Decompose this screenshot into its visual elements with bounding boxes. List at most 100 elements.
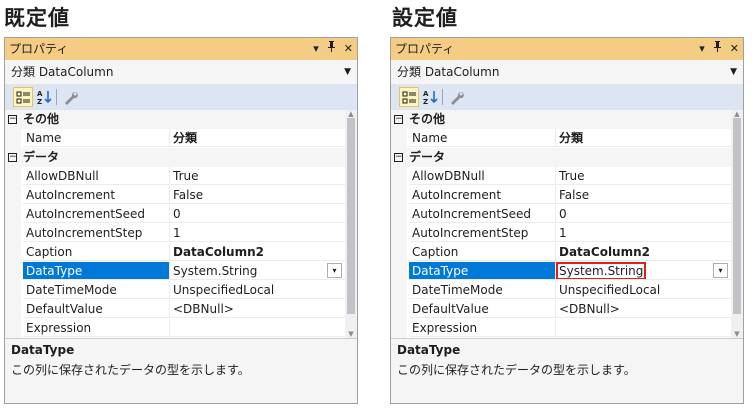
property-row[interactable]: Caption DataColumn2 [5, 243, 345, 262]
close-icon[interactable]: ✕ [730, 38, 739, 60]
property-value[interactable]: False [555, 186, 731, 204]
property-value[interactable]: DataColumn2 [555, 243, 731, 261]
property-name[interactable]: AllowDBNull [23, 167, 169, 185]
category-row[interactable]: − データ [391, 148, 731, 167]
vertical-scrollbar[interactable]: ▲ ▼ [345, 110, 357, 338]
property-row[interactable]: DefaultValue <DBNull> [5, 300, 345, 319]
alphabetical-icon: A Z [423, 90, 438, 105]
pin-icon[interactable] [327, 38, 336, 60]
property-name[interactable]: DefaultValue [23, 300, 169, 318]
property-name[interactable]: Name [409, 129, 555, 147]
category-row[interactable]: − データ [5, 148, 345, 167]
property-row[interactable]: AutoIncrementSeed 0 [5, 205, 345, 224]
property-value[interactable]: 0 [169, 205, 345, 223]
property-row[interactable]: AutoIncrementStep 1 [391, 224, 731, 243]
property-name[interactable]: AutoIncrement [23, 186, 169, 204]
property-row[interactable]: AutoIncrement False [5, 186, 345, 205]
property-name[interactable]: DateTimeMode [409, 281, 555, 299]
value-dropdown-icon[interactable]: ▾ [327, 263, 342, 278]
scroll-up-icon[interactable]: ▲ [731, 110, 743, 118]
property-name[interactable]: DateTimeMode [23, 281, 169, 299]
collapse-icon[interactable]: − [394, 115, 403, 124]
property-name[interactable]: AutoIncrementStep [409, 224, 555, 242]
property-value[interactable]: System.String ▾ [555, 262, 731, 280]
menu-dropdown-icon[interactable]: ▾ [699, 38, 705, 60]
property-row[interactable]: AllowDBNull True [5, 167, 345, 186]
property-name[interactable]: Caption [409, 243, 555, 261]
scrollbar-thumb[interactable] [347, 118, 355, 314]
row-margin [391, 224, 407, 243]
property-row[interactable]: AutoIncrementStep 1 [5, 224, 345, 243]
category-row[interactable]: − その他 [391, 110, 731, 129]
property-value[interactable] [555, 319, 731, 337]
property-row[interactable]: AutoIncrementSeed 0 [391, 205, 731, 224]
scrollbar-thumb[interactable] [733, 118, 741, 314]
property-value[interactable] [169, 319, 345, 337]
property-value[interactable]: DataColumn2 [169, 243, 345, 261]
close-icon[interactable]: ✕ [344, 38, 353, 60]
scroll-up-icon[interactable]: ▲ [345, 110, 357, 118]
property-value[interactable]: <DBNull> [169, 300, 345, 318]
description-text: この列に保存されたデータの型を示します。 [11, 363, 250, 377]
property-row[interactable]: DefaultValue <DBNull> [391, 300, 731, 319]
object-selector[interactable]: 分類 DataColumn ▼ [5, 60, 357, 84]
property-name[interactable]: Expression [409, 319, 555, 337]
scroll-down-icon[interactable]: ▼ [731, 330, 743, 338]
pin-icon[interactable] [713, 38, 722, 60]
menu-dropdown-icon[interactable]: ▾ [313, 38, 319, 60]
property-name[interactable]: DataType [409, 262, 555, 280]
property-name[interactable]: AutoIncrementSeed [409, 205, 555, 223]
chevron-down-icon[interactable]: ▼ [344, 60, 351, 84]
collapse-icon[interactable]: − [8, 115, 17, 124]
property-row[interactable]: Expression [5, 319, 345, 338]
property-name[interactable]: Caption [23, 243, 169, 261]
property-row[interactable]: DateTimeMode UnspecifiedLocal [391, 281, 731, 300]
property-value[interactable]: UnspecifiedLocal [169, 281, 345, 299]
property-row[interactable]: AutoIncrement False [391, 186, 731, 205]
categorized-button[interactable] [13, 87, 33, 107]
property-row[interactable]: AllowDBNull True [391, 167, 731, 186]
property-value[interactable]: True [555, 167, 731, 185]
property-value[interactable]: 分類 [555, 129, 731, 147]
scroll-down-icon[interactable]: ▼ [345, 330, 357, 338]
vertical-scrollbar[interactable]: ▲ ▼ [731, 110, 743, 338]
chevron-down-icon[interactable]: ▼ [730, 60, 737, 84]
property-name[interactable]: DataType [23, 262, 169, 280]
property-value[interactable]: True [169, 167, 345, 185]
property-row[interactable]: Expression [391, 319, 731, 338]
collapse-icon[interactable]: − [394, 153, 403, 162]
row-margin [5, 186, 21, 205]
property-name[interactable]: Expression [23, 319, 169, 337]
property-row[interactable]: DataType System.String ▾ [5, 262, 345, 281]
property-name[interactable]: AutoIncrement [409, 186, 555, 204]
property-row[interactable]: DateTimeMode UnspecifiedLocal [5, 281, 345, 300]
property-value[interactable]: 分類 [169, 129, 345, 147]
property-value[interactable]: 0 [555, 205, 731, 223]
property-name[interactable]: DefaultValue [409, 300, 555, 318]
object-selector[interactable]: 分類 DataColumn ▼ [391, 60, 743, 84]
categorized-button[interactable] [399, 87, 419, 107]
property-value[interactable]: UnspecifiedLocal [555, 281, 731, 299]
property-value[interactable]: System.String ▾ [169, 262, 345, 280]
value-dropdown-icon[interactable]: ▾ [713, 263, 728, 278]
row-margin [5, 167, 21, 186]
property-name[interactable]: AutoIncrementSeed [23, 205, 169, 223]
property-row[interactable]: Caption DataColumn2 [391, 243, 731, 262]
property-name[interactable]: AllowDBNull [409, 167, 555, 185]
alphabetical-button[interactable]: A Z [35, 87, 55, 107]
property-row[interactable]: Name 分類 [5, 129, 345, 148]
collapse-icon[interactable]: − [8, 153, 17, 162]
property-row[interactable]: DataType System.String ▾ [391, 262, 731, 281]
property-value[interactable]: 1 [169, 224, 345, 242]
property-value[interactable]: 1 [555, 224, 731, 242]
property-pages-button[interactable] [447, 87, 467, 107]
category-label: データ [409, 150, 446, 164]
category-row[interactable]: − その他 [5, 110, 345, 129]
property-name[interactable]: Name [23, 129, 169, 147]
property-pages-button[interactable] [61, 87, 81, 107]
property-row[interactable]: Name 分類 [391, 129, 731, 148]
property-value[interactable]: False [169, 186, 345, 204]
alphabetical-button[interactable]: A Z [421, 87, 441, 107]
property-name[interactable]: AutoIncrementStep [23, 224, 169, 242]
property-value[interactable]: <DBNull> [555, 300, 731, 318]
